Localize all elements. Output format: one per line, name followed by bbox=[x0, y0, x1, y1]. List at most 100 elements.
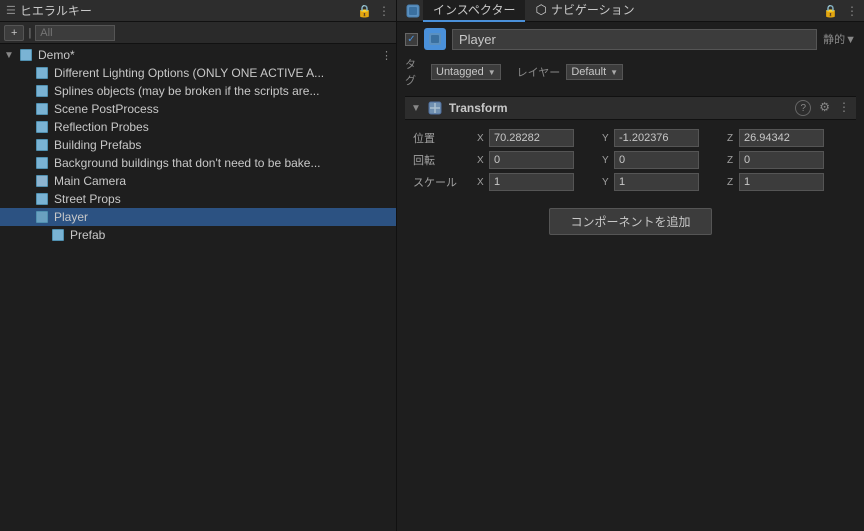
postprocess-label: Scene PostProcess bbox=[54, 102, 159, 116]
tree-item-main-camera[interactable]: Main Camera bbox=[0, 172, 396, 190]
reflection-label: Reflection Probes bbox=[54, 120, 149, 134]
inspector-header-icons: 🔒 ⋮ bbox=[823, 4, 858, 18]
scale-z-axis: Z bbox=[727, 177, 737, 188]
tree-item-splines[interactable]: Splines objects (may be broken if the sc… bbox=[0, 82, 396, 100]
rotation-label: 回転 bbox=[413, 150, 473, 170]
splines-icon bbox=[34, 83, 50, 99]
tree-item-street-props[interactable]: Street Props bbox=[0, 190, 396, 208]
transform-settings-icon[interactable]: ⚙ bbox=[819, 100, 830, 116]
lighting-label: Different Lighting Options (ONLY ONE ACT… bbox=[54, 66, 324, 80]
tree-item-background-buildings[interactable]: Background buildings that don't need to … bbox=[0, 154, 396, 172]
layer-dropdown-arrow: ▼ bbox=[610, 68, 618, 77]
hierarchy-header-icons: 🔒 ⋮ bbox=[357, 4, 390, 18]
inspector-more-icon[interactable]: ⋮ bbox=[846, 4, 858, 18]
hierarchy-more-icon[interactable]: ⋮ bbox=[378, 4, 390, 18]
add-button[interactable]: + bbox=[4, 25, 24, 41]
building-icon bbox=[34, 137, 50, 153]
position-y-group: Y bbox=[602, 128, 723, 148]
transform-fields: 位置 X Y Z 回転 X bbox=[405, 124, 856, 196]
tree-item-building-prefabs[interactable]: Building Prefabs bbox=[0, 136, 396, 154]
rotation-z-group: Z bbox=[727, 150, 848, 170]
camera-icon bbox=[34, 173, 50, 189]
toolbar-separator: | bbox=[28, 27, 31, 39]
street-icon bbox=[34, 191, 50, 207]
static-label[interactable]: 静的▼ bbox=[823, 31, 856, 47]
hierarchy-title: ヒエラルキー bbox=[20, 2, 353, 19]
scale-x-input[interactable] bbox=[489, 173, 574, 191]
inspector-icon bbox=[403, 4, 423, 18]
scale-x-axis: X bbox=[477, 177, 487, 188]
rotation-z-input[interactable] bbox=[739, 151, 824, 169]
scale-y-axis: Y bbox=[602, 177, 612, 188]
transform-actions: ? ⚙ ⋮ bbox=[795, 100, 850, 116]
enabled-checkbox[interactable]: ✓ bbox=[405, 33, 418, 46]
layer-value: Default bbox=[571, 66, 606, 78]
rot-z-axis: Z bbox=[727, 155, 737, 166]
transform-component-header: ▼ Transform ? ⚙ ⋮ bbox=[405, 96, 856, 120]
rotation-x-group: X bbox=[477, 150, 598, 170]
transform-more-icon[interactable]: ⋮ bbox=[838, 100, 850, 116]
gameobject-icon bbox=[424, 28, 446, 50]
nav-tab-icon: ⬡ bbox=[535, 2, 546, 18]
position-x-group: X bbox=[477, 128, 598, 148]
tag-dropdown[interactable]: Untagged ▼ bbox=[431, 64, 501, 80]
transform-collapse-arrow[interactable]: ▼ bbox=[411, 103, 421, 114]
inspector-name-row: ✓ 静的▼ bbox=[405, 28, 856, 50]
scale-y-input[interactable] bbox=[614, 173, 699, 191]
inspector-lock-icon[interactable]: 🔒 bbox=[823, 4, 838, 18]
building-label: Building Prefabs bbox=[54, 138, 141, 152]
tree-item-lighting[interactable]: Different Lighting Options (ONLY ONE ACT… bbox=[0, 64, 396, 82]
tree-item-prefab[interactable]: Prefab bbox=[0, 226, 396, 244]
layer-dropdown[interactable]: Default ▼ bbox=[566, 64, 623, 80]
hierarchy-menu-icon: ☰ bbox=[6, 4, 16, 17]
rotation-y-group: Y bbox=[602, 150, 723, 170]
rotation-x-input[interactable] bbox=[489, 151, 574, 169]
scale-z-input[interactable] bbox=[739, 173, 824, 191]
hierarchy-toolbar: + | bbox=[0, 22, 396, 44]
transform-help-icon[interactable]: ? bbox=[795, 100, 811, 116]
hierarchy-panel: ☰ ヒエラルキー 🔒 ⋮ + | ▼ Demo* ⋮ bbox=[0, 0, 397, 531]
inspector-tab-label: インスペクター bbox=[433, 1, 515, 18]
demo-context-menu[interactable]: ⋮ bbox=[381, 49, 396, 62]
tag-label: タグ bbox=[405, 56, 425, 88]
pos-y-axis: Y bbox=[602, 133, 612, 144]
reflection-icon bbox=[34, 119, 50, 135]
hierarchy-panel-header: ☰ ヒエラルキー 🔒 ⋮ bbox=[0, 0, 396, 22]
position-label: 位置 bbox=[413, 128, 473, 148]
lighting-icon bbox=[34, 65, 50, 81]
inspector-panel-header: インスペクター ⬡ ナビゲーション 🔒 ⋮ bbox=[397, 0, 864, 22]
hierarchy-tree: ▼ Demo* ⋮ Different Lighting Options (ON… bbox=[0, 44, 396, 531]
position-x-input[interactable] bbox=[489, 129, 574, 147]
player-label: Player bbox=[54, 210, 88, 224]
scale-label: スケール bbox=[413, 172, 473, 192]
rotation-y-input[interactable] bbox=[614, 151, 699, 169]
position-z-input[interactable] bbox=[739, 129, 824, 147]
scale-z-group: Z bbox=[727, 172, 848, 192]
position-y-input[interactable] bbox=[614, 129, 699, 147]
background-label: Background buildings that don't need to … bbox=[54, 156, 320, 170]
rot-y-axis: Y bbox=[602, 155, 612, 166]
object-name-input[interactable] bbox=[452, 29, 817, 50]
tag-layer-row: タグ Untagged ▼ レイヤー Default ▼ bbox=[405, 56, 856, 88]
tree-item-reflection-probes[interactable]: Reflection Probes bbox=[0, 118, 396, 136]
tree-item-player[interactable]: Player bbox=[0, 208, 396, 226]
tree-item-demo[interactable]: ▼ Demo* ⋮ bbox=[0, 46, 396, 64]
rot-x-axis: X bbox=[477, 155, 487, 166]
search-input[interactable] bbox=[35, 25, 115, 41]
inspector-panel: インスペクター ⬡ ナビゲーション 🔒 ⋮ ✓ bbox=[397, 0, 864, 531]
scale-y-group: Y bbox=[602, 172, 723, 192]
prefab-label: Prefab bbox=[70, 228, 105, 242]
tree-item-scene-postprocess[interactable]: Scene PostProcess bbox=[0, 100, 396, 118]
splines-label: Splines objects (may be broken if the sc… bbox=[54, 84, 319, 98]
demo-label: Demo* bbox=[38, 48, 75, 62]
scale-x-group: X bbox=[477, 172, 598, 192]
camera-label: Main Camera bbox=[54, 174, 126, 188]
add-component-button[interactable]: コンポーネントを追加 bbox=[549, 208, 711, 235]
transform-component-icon bbox=[427, 100, 443, 116]
tag-value: Untagged bbox=[436, 66, 484, 78]
postprocess-icon bbox=[34, 101, 50, 117]
hierarchy-lock-icon[interactable]: 🔒 bbox=[357, 4, 372, 18]
tab-inspector[interactable]: インスペクター bbox=[423, 0, 525, 22]
tab-navigation[interactable]: ⬡ ナビゲーション bbox=[525, 0, 644, 22]
prefab-icon bbox=[50, 227, 66, 243]
